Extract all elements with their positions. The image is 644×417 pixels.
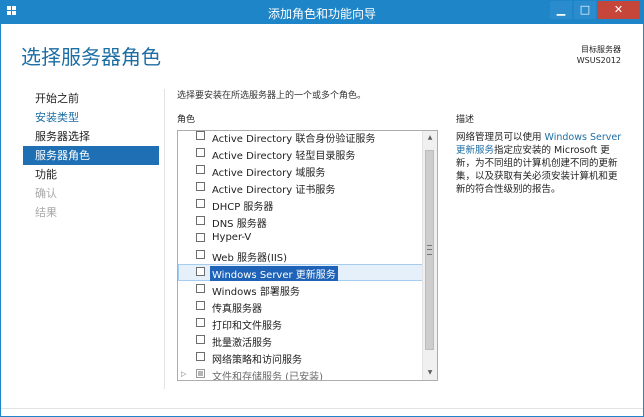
wizard-window: 添加角色和功能向导 ▁ □ ✕ 选择服务器角色 目标服务器 WSUS2012 开… (0, 0, 644, 417)
nav-item-1[interactable]: 安装类型 (23, 108, 159, 127)
title-bar[interactable]: 添加角色和功能向导 ▁ □ ✕ (1, 1, 643, 24)
roles-rows: Active Directory 联合身份验证服务 Active Director… (178, 131, 424, 381)
maximize-button[interactable]: □ (574, 1, 596, 19)
role-label: 网络策略和访问服务 (212, 355, 302, 366)
scroll-thumb[interactable] (425, 150, 434, 350)
role-row[interactable]: Active Directory 联合身份验证服务 (178, 131, 424, 145)
role-label: Active Directory 联合身份验证服务 (212, 134, 376, 145)
role-label: Active Directory 轻型目录服务 (212, 151, 356, 162)
roles-list[interactable]: Active Directory 联合身份验证服务 Active Director… (177, 130, 438, 381)
close-button[interactable]: ✕ (597, 1, 640, 19)
role-checkbox[interactable] (196, 148, 205, 157)
nav-item-0[interactable]: 开始之前 (23, 89, 159, 108)
role-label: Active Directory 证书服务 (212, 185, 336, 196)
wizard-nav: 开始之前 安装类型 服务器选择 服务器角色 功能确认结果 (23, 89, 159, 222)
window-title: 添加角色和功能向导 (267, 7, 376, 21)
role-label: Web 服务器(IIS) (212, 253, 288, 264)
grip-icon (427, 245, 432, 255)
role-row[interactable]: ▷ 文件和存储服务 (已安装) (178, 366, 424, 381)
role-checkbox[interactable] (196, 165, 205, 174)
nav-item-3[interactable]: 服务器角色 (23, 146, 159, 165)
role-checkbox[interactable] (196, 182, 205, 191)
role-checkbox[interactable] (196, 216, 205, 225)
role-label: 打印和文件服务 (212, 321, 282, 332)
role-row[interactable]: 传真服务器 (178, 298, 424, 315)
role-checkbox[interactable] (196, 284, 205, 293)
role-label: Windows 部署服务 (212, 287, 300, 298)
roles-header: 角色 (177, 115, 196, 125)
role-row[interactable]: Web 服务器(IIS) (178, 247, 424, 264)
instruction-text: 选择要安装在所选服务器上的一个或多个角色。 (177, 91, 367, 101)
target-server-name: WSUS2012 (576, 56, 621, 65)
role-row[interactable]: Active Directory 轻型目录服务 (178, 145, 424, 162)
nav-item-6: 结果 (35, 206, 57, 219)
role-checkbox[interactable] (196, 369, 205, 378)
role-checkbox[interactable] (196, 267, 205, 276)
role-row[interactable]: Active Directory 域服务 (178, 162, 424, 179)
nav-item-5: 确认 (35, 187, 57, 200)
role-checkbox[interactable] (196, 233, 205, 242)
role-label: 文件和存储服务 (已安装) (212, 372, 323, 381)
description-prefix: 网络管理员可以使用 (456, 132, 545, 143)
role-checkbox[interactable] (196, 335, 205, 344)
role-row[interactable]: 网络策略和访问服务 (178, 349, 424, 366)
role-checkbox[interactable] (196, 199, 205, 208)
role-checkbox[interactable] (196, 352, 205, 361)
role-label: Active Directory 域服务 (212, 168, 326, 179)
footer-divider (1, 408, 643, 409)
scroll-down-icon[interactable]: ▼ (423, 366, 437, 380)
role-row[interactable]: 批量激活服务 (178, 332, 424, 349)
scroll-up-icon[interactable]: ▲ (423, 131, 437, 145)
target-server-label: 目标服务器 (581, 45, 621, 54)
role-checkbox[interactable] (196, 318, 205, 327)
nav-item-2[interactable]: 服务器选择 (23, 127, 159, 146)
role-label: DHCP 服务器 (212, 202, 274, 213)
role-row[interactable]: Windows 部署服务 (178, 281, 424, 298)
role-description: 网络管理员可以使用 Windows Server 更新服务指定应安装的 Micr… (456, 131, 626, 196)
role-row[interactable]: DNS 服务器 (178, 213, 424, 230)
nav-divider (164, 89, 165, 389)
role-row[interactable]: 打印和文件服务 (178, 315, 424, 332)
role-checkbox[interactable] (196, 131, 205, 140)
page-title: 选择服务器角色 (21, 45, 161, 69)
description-header: 描述 (456, 115, 475, 125)
role-label: Hyper-V (212, 232, 252, 243)
role-label: 传真服务器 (212, 304, 262, 315)
minimize-button[interactable]: ▁ (550, 1, 572, 19)
nav-item-4[interactable]: 功能 (23, 165, 159, 184)
role-row[interactable]: Windows Server 更新服务 (178, 264, 424, 281)
role-checkbox[interactable] (196, 250, 205, 259)
role-label: 批量激活服务 (212, 338, 272, 349)
roles-scrollbar[interactable]: ▲ ▼ (422, 131, 437, 380)
role-label: DNS 服务器 (212, 219, 267, 230)
target-server: 目标服务器 WSUS2012 (577, 44, 621, 66)
role-label: Windows Server 更新服务 (210, 266, 338, 281)
role-row[interactable]: DHCP 服务器 (178, 196, 424, 213)
role-row[interactable]: Active Directory 证书服务 (178, 179, 424, 196)
role-row[interactable]: Hyper-V (178, 230, 424, 247)
role-checkbox[interactable] (196, 301, 205, 310)
expand-arrow-icon[interactable]: ▷ (181, 370, 186, 378)
